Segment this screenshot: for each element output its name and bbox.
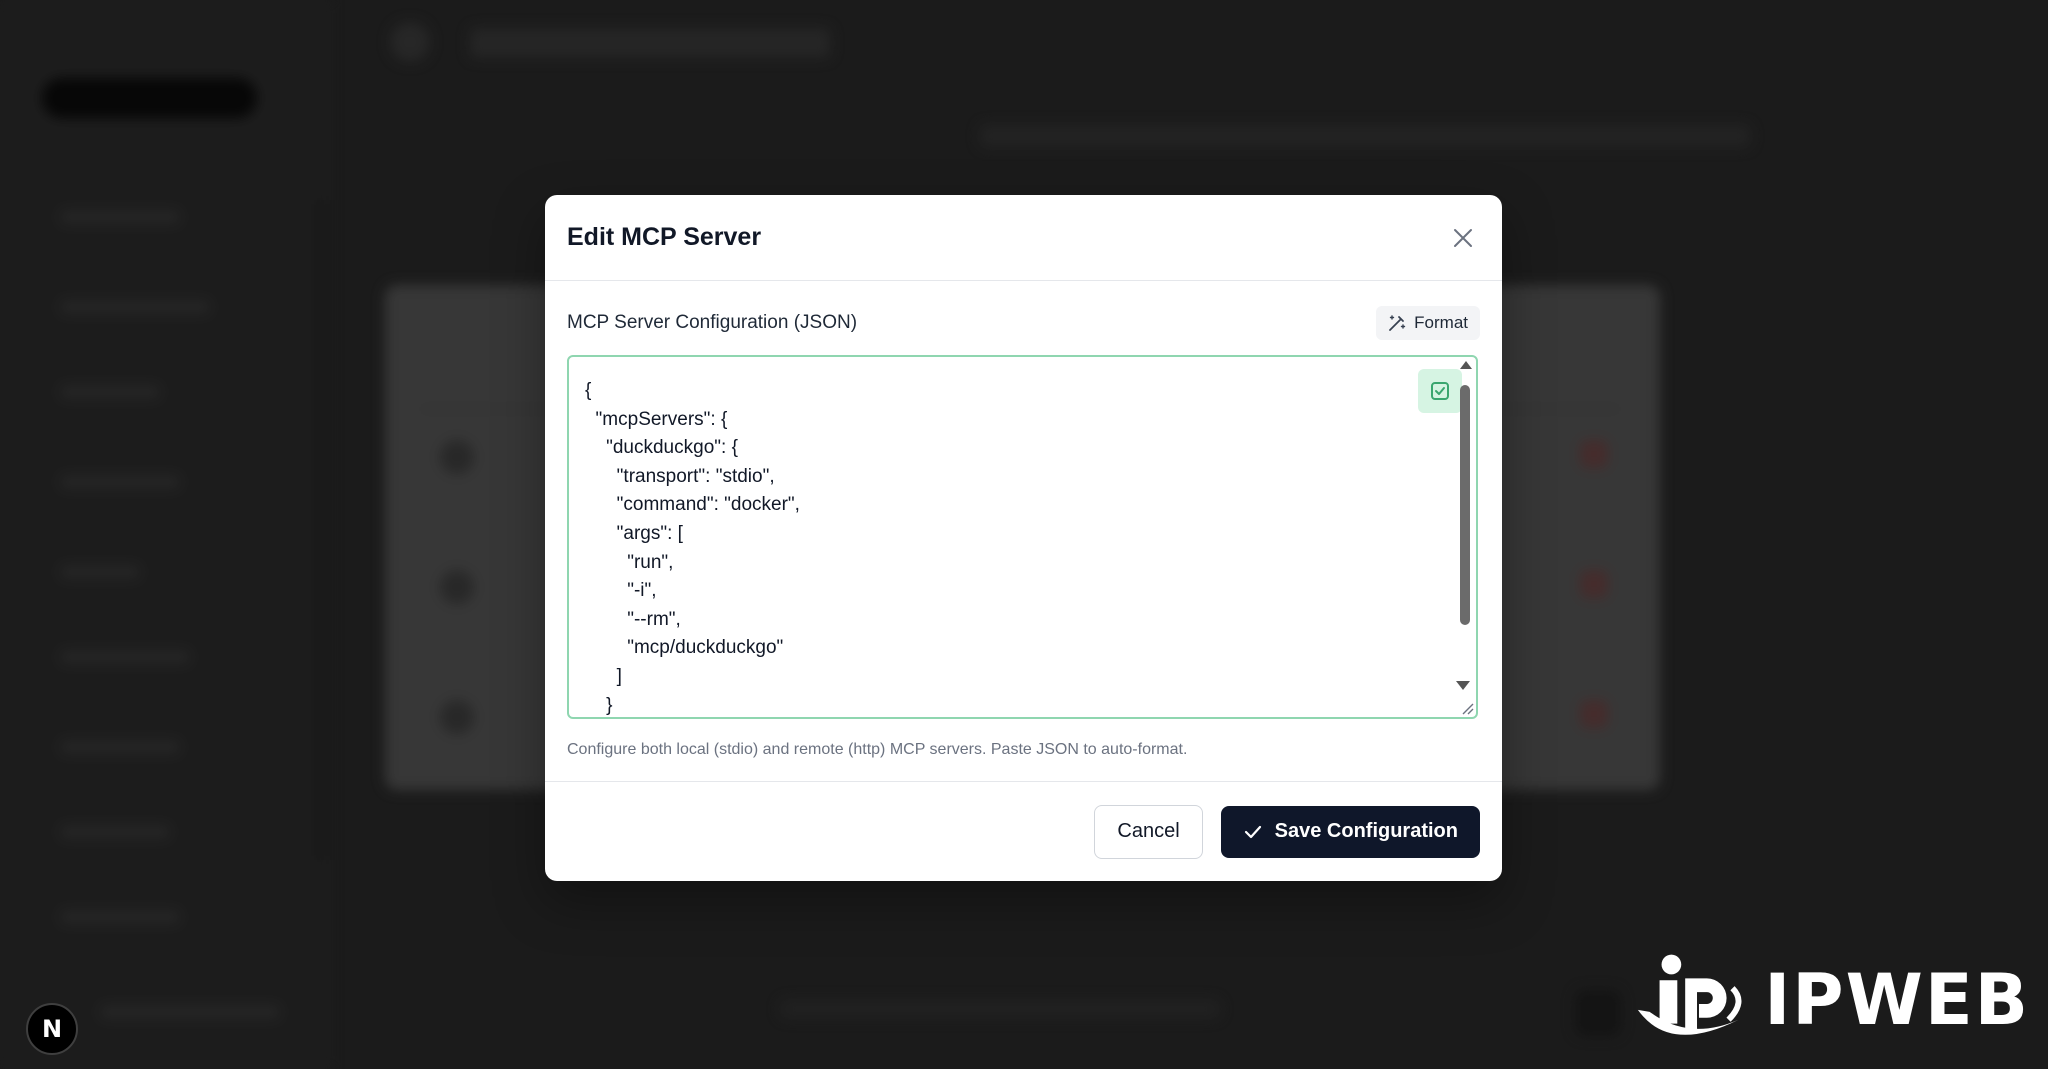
json-config-text[interactable]: { "mcpServers": { "duckduckgo": { "trans…	[569, 357, 1476, 717]
dialog-title: Edit MCP Server	[567, 223, 762, 251]
magic-wand-icon	[1389, 315, 1406, 331]
save-configuration-button[interactable]: Save Configuration	[1220, 805, 1480, 858]
x-icon	[1454, 228, 1472, 247]
dialog-body: MCP Server Configuration (JSON) Format {…	[545, 305, 1502, 759]
ipweb-watermark: IPWEB	[1630, 950, 2030, 1050]
config-label: MCP Server Configuration (JSON)	[567, 312, 858, 333]
save-button-label: Save Configuration	[1274, 820, 1458, 842]
nextjs-badge[interactable]: N	[26, 1003, 78, 1055]
ipweb-watermark-text: IPWEB	[1764, 959, 2030, 1041]
nextjs-badge-letter: N	[41, 1015, 63, 1043]
json-valid-indicator	[1418, 369, 1462, 413]
editor-scrollbar-thumb[interactable]	[1460, 385, 1470, 625]
check-square-icon	[1431, 382, 1449, 400]
json-config-editor[interactable]: { "mcpServers": { "duckduckgo": { "trans…	[567, 355, 1478, 719]
format-button[interactable]: Format	[1376, 306, 1480, 340]
format-button-label: Format	[1414, 313, 1468, 332]
scroll-down-arrow-icon[interactable]	[1456, 681, 1470, 690]
config-field-header: MCP Server Configuration (JSON) Format	[567, 305, 1480, 341]
scroll-up-arrow-icon[interactable]	[1460, 361, 1472, 369]
cancel-button[interactable]: Cancel	[1094, 804, 1203, 859]
edit-mcp-server-dialog: Edit MCP Server MCP Server Configuration…	[545, 195, 1502, 881]
check-icon	[1244, 825, 1261, 838]
config-helper-text: Configure both local (stdio) and remote …	[567, 741, 1188, 758]
dialog-footer: Cancel Save Configuration	[545, 781, 1502, 881]
dialog-header: Edit MCP Server	[545, 195, 1502, 281]
ipweb-logo-icon	[1637, 954, 1742, 1035]
close-button[interactable]	[1446, 221, 1480, 255]
resize-handle-icon[interactable]	[1460, 701, 1474, 715]
